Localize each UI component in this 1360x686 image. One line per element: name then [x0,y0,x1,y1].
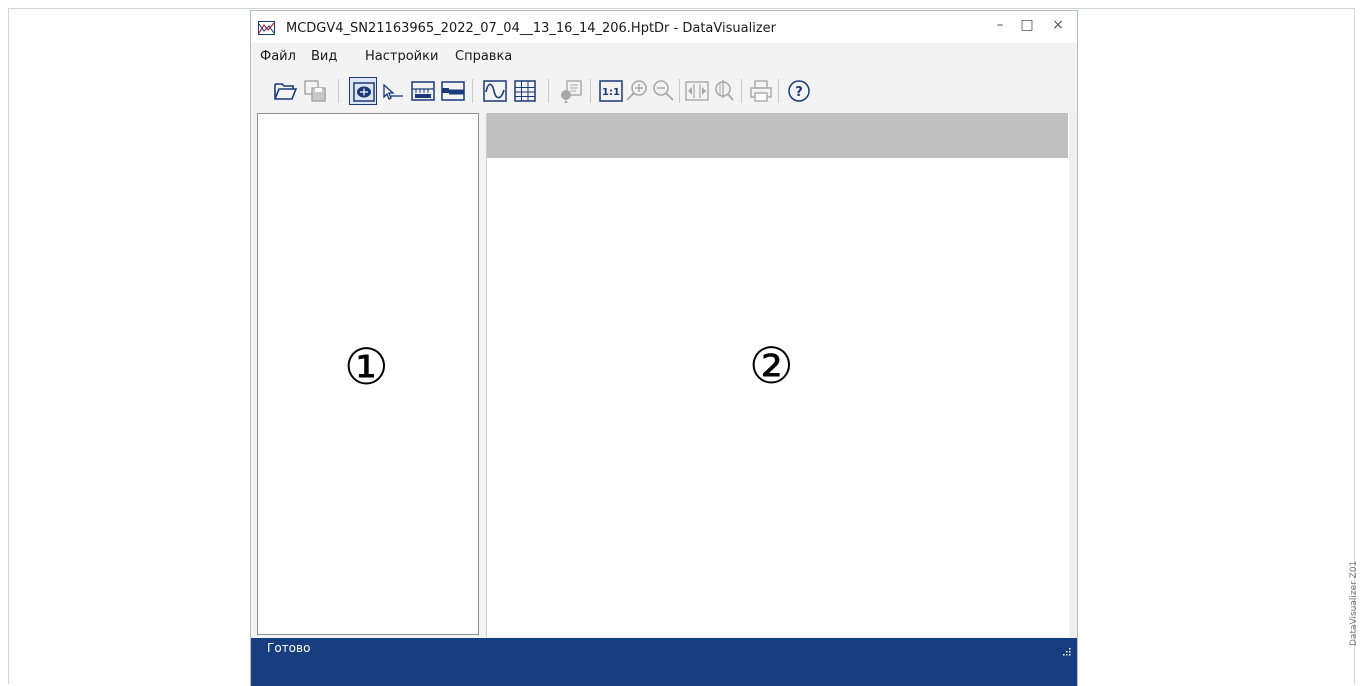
print-icon [750,80,772,102]
window-title: MCDGV4_SN21163965_2022_07_04__13_16_14_2… [286,21,776,36]
menu-settings[interactable]: Настройки [365,49,438,64]
maximize-button[interactable]: □ [1016,14,1038,36]
callout-2: ② [749,337,794,395]
help-button[interactable]: ? [785,77,813,105]
navigation-view-icon [353,82,375,102]
one-to-one-button[interactable]: 1:1 [597,77,625,105]
svg-text:1:1: 1:1 [602,87,620,98]
close-button[interactable]: × [1047,14,1069,36]
zoom-in-button[interactable] [623,77,651,105]
fit-horizontal-button[interactable] [683,77,711,105]
menu-view[interactable]: Вид [311,49,337,64]
navigation-panel[interactable]: ① [257,113,479,635]
app-window: MCDGV4_SN21163965_2022_07_04__13_16_14_2… [250,10,1078,686]
resize-grip-icon[interactable] [1063,648,1071,656]
table-grid-icon [514,80,536,102]
table-grid-button[interactable] [511,77,539,105]
plot-header-strip [487,113,1068,158]
numbered-scale-icon [411,81,435,101]
svg-text:?: ? [795,85,803,100]
one-to-one-icon: 1:1 [599,80,623,102]
toolbar: 1:1 ? [251,77,1077,109]
callout-1: ① [344,338,389,396]
print-button[interactable] [747,77,775,105]
plot-area[interactable]: ② [486,113,1077,637]
zoom-out-icon [653,80,674,101]
open-folder-icon [274,83,297,100]
properties-icon [561,80,582,103]
help-icon: ? [788,80,810,102]
minimize-button[interactable]: – [989,14,1011,36]
analog-wave-button[interactable] [481,77,509,105]
save-button[interactable] [301,77,329,105]
plot-scrollbar[interactable] [1070,113,1077,637]
fit-horizontal-icon [685,81,709,101]
app-icon [258,21,275,35]
menu-bar: Файл Вид Настройки Справка [251,44,1077,70]
menu-help[interactable]: Справка [455,49,512,64]
properties-button[interactable] [557,77,585,105]
digital-signal-button[interactable] [439,77,467,105]
save-icon [304,80,326,102]
status-text: Готово [267,641,311,655]
numbered-scale-button[interactable] [409,77,437,105]
zoom-in-icon [626,80,647,101]
navigation-view-button[interactable] [349,77,377,105]
title-bar[interactable]: MCDGV4_SN21163965_2022_07_04__13_16_14_2… [251,11,1077,43]
zoom-fit-icon [715,80,734,101]
digital-signal-icon [441,81,465,101]
pointer-icon [383,83,403,100]
figure-label: DataVisualizer Z01 [1349,560,1359,646]
open-button[interactable] [271,77,299,105]
zoom-out-button[interactable] [649,77,677,105]
zoom-fit-button[interactable] [709,77,737,105]
pointer-button[interactable] [379,77,407,105]
analog-wave-icon [483,80,507,102]
menu-file[interactable]: Файл [260,49,296,64]
status-bar: Готово [251,638,1077,686]
